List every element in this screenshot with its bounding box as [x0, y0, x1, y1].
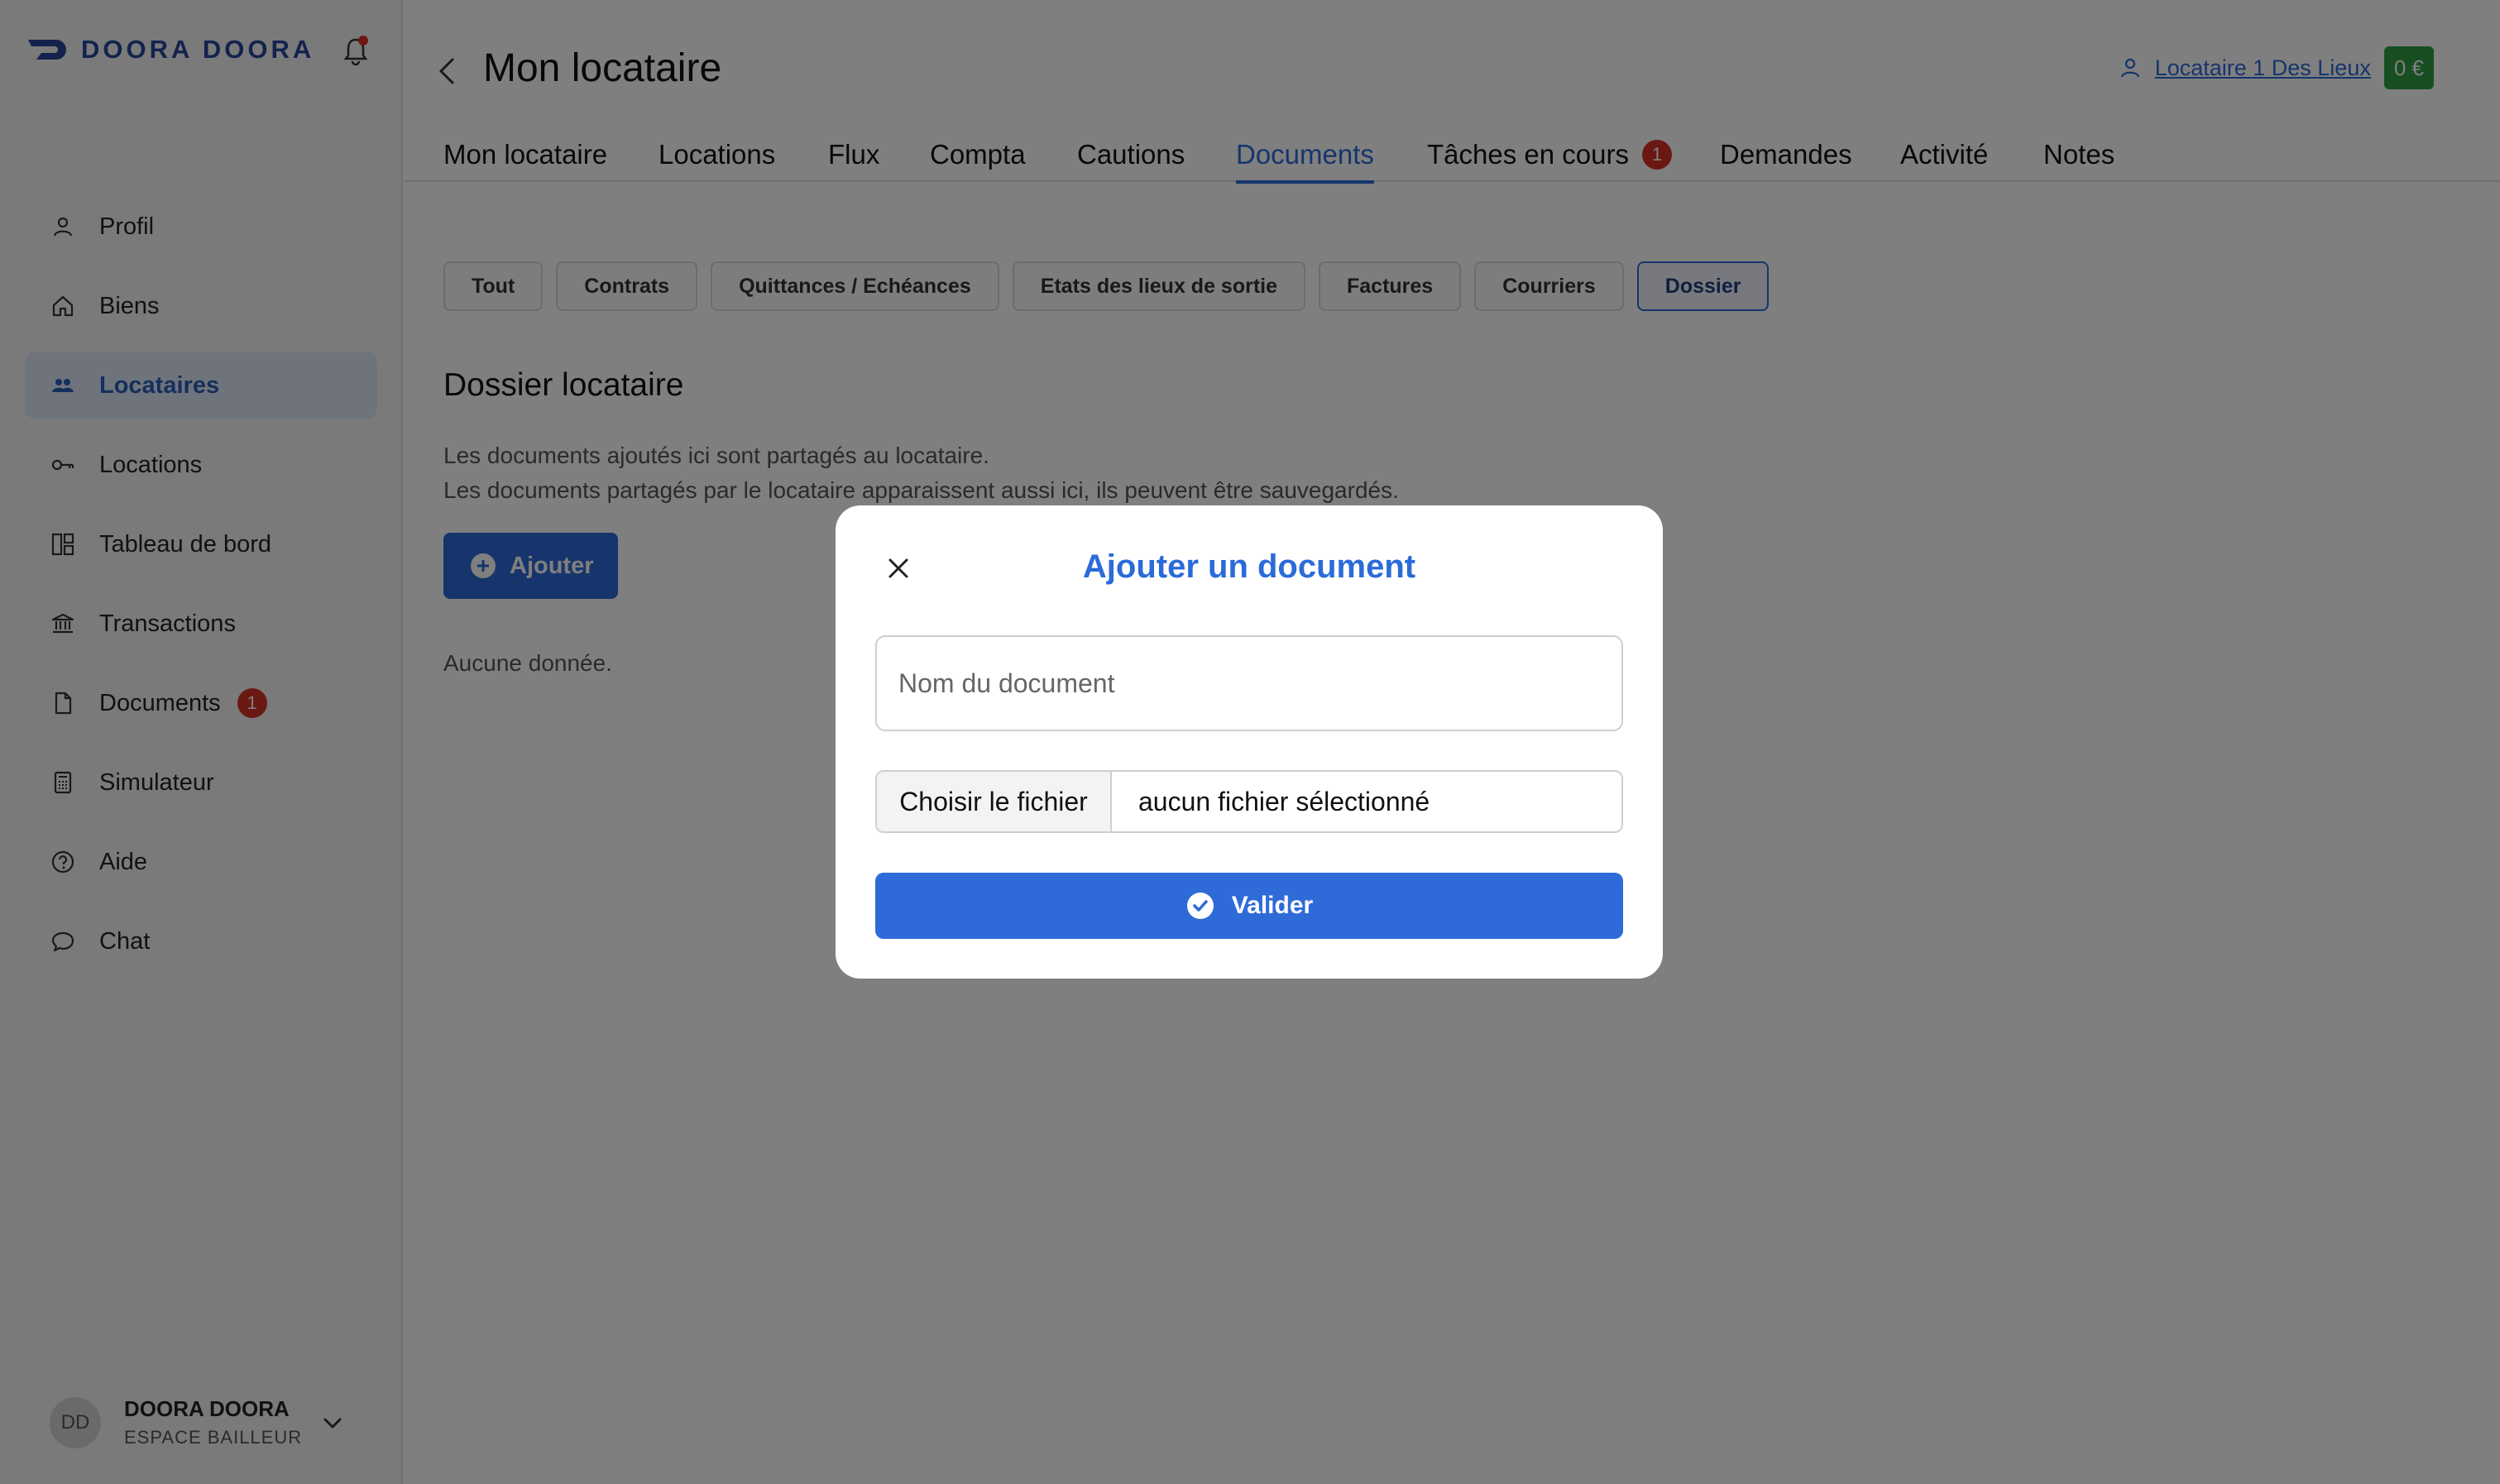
file-status: aucun fichier sélectionné	[1138, 786, 1430, 816]
submit-label: Valider	[1231, 892, 1314, 919]
submit-button[interactable]: Valider	[875, 873, 1623, 939]
add-document-modal: Ajouter un document Choisir le fichier a…	[836, 505, 1663, 979]
check-circle-icon	[1186, 893, 1214, 919]
modal-title: Ajouter un document	[1082, 548, 1416, 585]
choose-file-button[interactable]: Choisir le fichier	[877, 772, 1112, 831]
file-picker: Choisir le fichier aucun fichier sélecti…	[875, 770, 1623, 833]
document-name-input[interactable]	[875, 635, 1623, 731]
